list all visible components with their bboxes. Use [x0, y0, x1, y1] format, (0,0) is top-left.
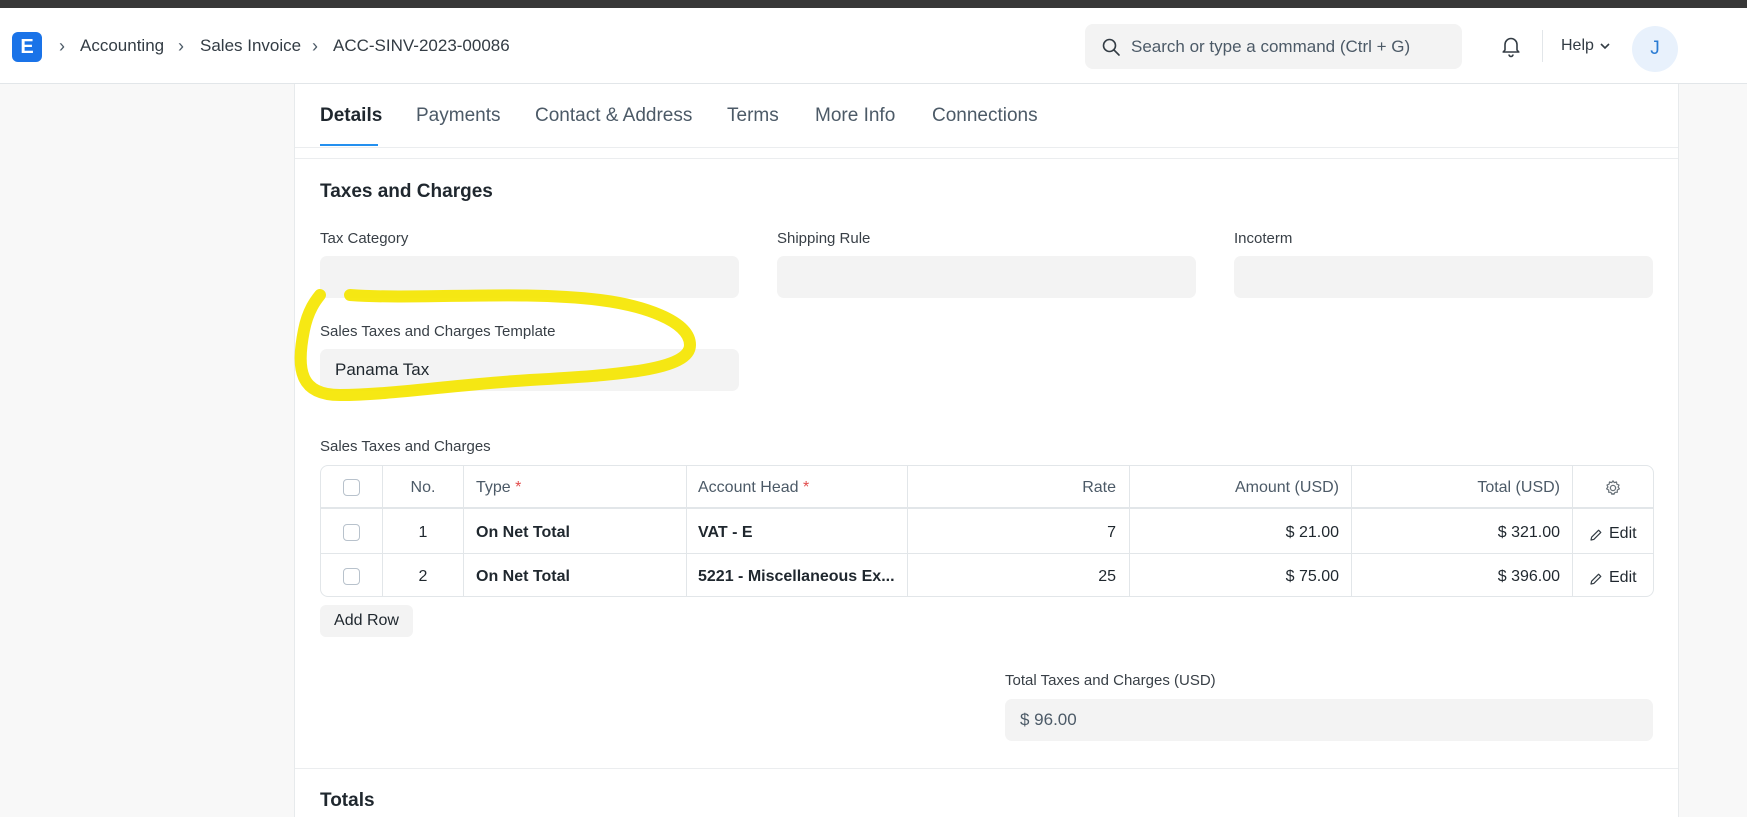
avatar[interactable]: J	[1632, 26, 1678, 72]
search-icon	[1102, 38, 1120, 56]
active-tab-indicator	[320, 144, 378, 146]
section-title-totals: Totals	[320, 790, 375, 811]
pencil-icon[interactable]	[1589, 528, 1603, 542]
table-header-row: No. Type * Account Head * Rate Amount (U…	[321, 466, 1653, 509]
total-taxes-value: $ 96.00	[1020, 710, 1077, 729]
taxes-template-value: Panama Tax	[335, 360, 430, 379]
tax-category-field[interactable]	[320, 256, 739, 298]
taxes-table-label: Sales Taxes and Charges	[320, 438, 491, 455]
browser-top-strip	[0, 0, 1747, 8]
chevron-right-icon: ›	[59, 36, 65, 56]
taxes-template-label: Sales Taxes and Charges Template	[320, 323, 556, 340]
tab-more-info[interactable]: More Info	[815, 104, 895, 128]
tax-category-label: Tax Category	[320, 230, 409, 247]
column-header-rate: Rate	[1082, 479, 1116, 496]
column-header-amount: Amount (USD)	[1234, 479, 1339, 496]
search-placeholder: Search or type a command (Ctrl + G)	[1131, 37, 1411, 56]
row-checkbox[interactable]	[343, 568, 360, 585]
row-checkbox[interactable]	[343, 524, 360, 541]
taxes-table: No. Type * Account Head * Rate Amount (U…	[320, 465, 1654, 597]
column-header-total: Total (USD)	[1477, 479, 1560, 496]
row-total: $ 321.00	[1497, 524, 1560, 541]
column-header-account-head: Account Head *	[698, 479, 810, 496]
select-all-checkbox[interactable]	[343, 479, 360, 496]
tabs-divider	[295, 147, 1678, 148]
column-header-type: Type *	[476, 479, 522, 496]
incoterm-field[interactable]	[1234, 256, 1653, 298]
breadcrumb-sales-invoice[interactable]: Sales Invoice	[200, 36, 301, 56]
table-row[interactable]: 1 On Net Total VAT - E 7 $ 21.00 $ 321.0…	[321, 511, 1653, 554]
row-edit-button[interactable]: Edit	[1609, 568, 1637, 588]
breadcrumb-accounting[interactable]: Accounting	[80, 36, 164, 56]
notification-bell-icon[interactable]	[1498, 33, 1524, 59]
navbar-divider	[1542, 30, 1543, 62]
row-total: $ 396.00	[1497, 568, 1560, 585]
row-rate[interactable]: 25	[908, 567, 1116, 587]
add-row-button[interactable]: Add Row	[320, 605, 413, 637]
pencil-icon[interactable]	[1589, 572, 1603, 586]
row-edit-button[interactable]: Edit	[1609, 524, 1637, 544]
taxes-template-field[interactable]: Panama Tax	[320, 349, 739, 391]
chevron-right-icon: ›	[178, 36, 184, 56]
row-type[interactable]: On Net Total	[476, 523, 570, 543]
row-no: 1	[418, 524, 428, 541]
row-amount[interactable]: $ 21.00	[1130, 523, 1339, 543]
shipping-rule-field[interactable]	[777, 256, 1196, 298]
total-taxes-field: $ 96.00	[1005, 699, 1653, 741]
tab-terms[interactable]: Terms	[727, 104, 779, 128]
chevron-down-icon[interactable]	[1599, 40, 1611, 52]
section-title-taxes: Taxes and Charges	[320, 181, 493, 202]
navbar: E › Accounting › Sales Invoice › ACC-SIN…	[0, 8, 1747, 84]
chevron-right-icon: ›	[312, 36, 318, 56]
app-logo[interactable]: E	[12, 32, 42, 62]
search-input[interactable]: Search or type a command (Ctrl + G)	[1085, 24, 1462, 69]
total-taxes-label: Total Taxes and Charges (USD)	[1005, 672, 1216, 689]
row-account-head[interactable]: 5221 - Miscellaneous Ex...	[698, 567, 895, 587]
row-amount[interactable]: $ 75.00	[1130, 567, 1339, 587]
help-menu[interactable]: Help	[1561, 36, 1594, 56]
tab-payments[interactable]: Payments	[416, 104, 500, 128]
gear-icon[interactable]	[1604, 479, 1622, 497]
tab-contact-address[interactable]: Contact & Address	[535, 104, 692, 128]
tab-connections[interactable]: Connections	[932, 104, 1038, 128]
row-no: 2	[418, 568, 428, 585]
section-divider	[295, 768, 1678, 769]
shipping-rule-label: Shipping Rule	[777, 230, 871, 247]
row-account-head[interactable]: VAT - E	[698, 523, 753, 543]
section-divider	[295, 158, 1678, 159]
incoterm-label: Incoterm	[1234, 230, 1293, 247]
column-header-no: No.	[410, 479, 436, 496]
row-rate[interactable]: 7	[908, 523, 1116, 543]
tab-details[interactable]: Details	[320, 104, 382, 128]
table-row[interactable]: 2 On Net Total 5221 - Miscellaneous Ex..…	[321, 555, 1653, 596]
breadcrumb-document-name: ACC-SINV-2023-00086	[333, 36, 510, 55]
row-type[interactable]: On Net Total	[476, 567, 570, 587]
